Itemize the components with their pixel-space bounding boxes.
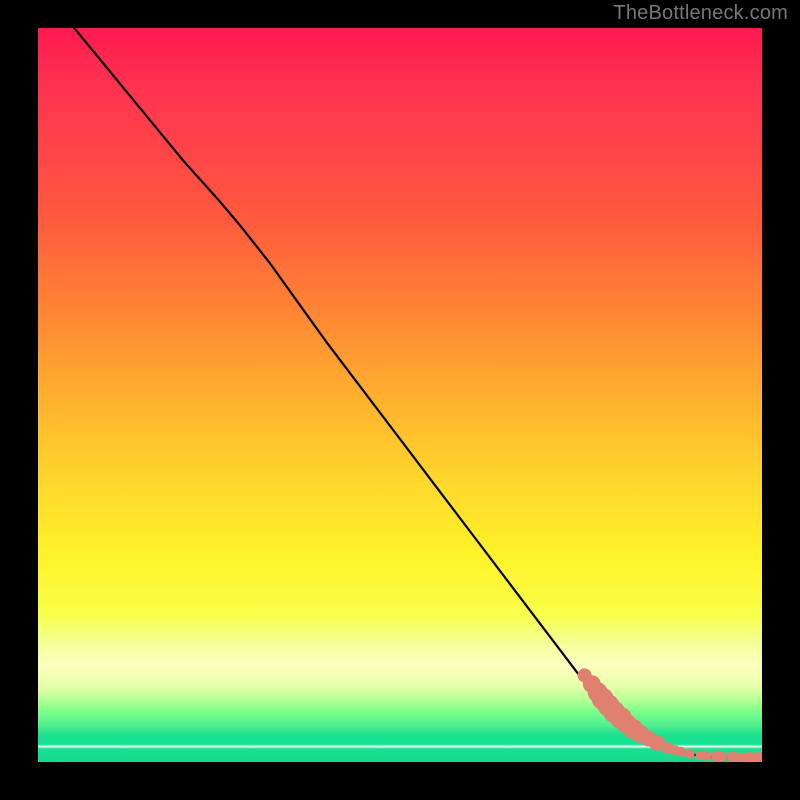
scatter-dot — [685, 749, 695, 759]
scatter-dot — [701, 751, 711, 761]
scatter-dot — [676, 747, 686, 757]
watermark-text: TheBottleneck.com — [613, 2, 788, 25]
scatter-dot — [717, 752, 727, 762]
chart-plot-area — [38, 28, 762, 762]
scatter-series — [38, 28, 762, 762]
